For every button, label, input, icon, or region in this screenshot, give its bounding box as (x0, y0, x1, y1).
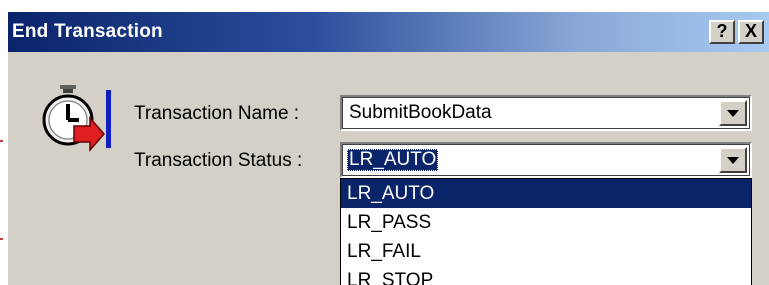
help-button[interactable]: ? (709, 20, 735, 44)
transaction-name-label: Transaction Name : (134, 103, 300, 124)
transaction-status-value[interactable]: LR_AUTO (347, 149, 439, 171)
option-lr-stop[interactable]: LR_STOP (341, 266, 751, 285)
transaction-name-combobox[interactable]: SubmitBookData (340, 95, 752, 131)
option-lr-auto[interactable]: LR_AUTO (341, 179, 751, 208)
transaction-status-options-list[interactable]: LR_AUTO LR_PASS LR_FAIL LR_STOP (340, 178, 752, 285)
chevron-down-icon (727, 110, 739, 117)
transaction-name-value[interactable]: SubmitBookData (349, 102, 492, 124)
window-title: End Transaction (12, 21, 163, 42)
option-lr-pass[interactable]: LR_PASS (341, 208, 751, 237)
close-button[interactable]: X (738, 20, 764, 44)
option-lr-fail[interactable]: LR_FAIL (341, 237, 751, 266)
transaction-status-label: Transaction Status : (134, 150, 303, 171)
end-transaction-dialog: End Transaction ? X Transaction Name : S… (6, 10, 769, 285)
title-bar[interactable]: End Transaction ? X (8, 12, 769, 52)
transaction-name-dropdown-button[interactable] (719, 100, 747, 126)
transaction-status-dropdown-button[interactable] (719, 147, 747, 173)
edge-mark-bottom (0, 238, 3, 240)
chevron-down-icon (727, 157, 739, 164)
stopwatch-transaction-icon (42, 85, 111, 152)
edge-mark-top (0, 140, 3, 142)
transaction-status-combobox[interactable]: LR_AUTO (340, 142, 752, 178)
